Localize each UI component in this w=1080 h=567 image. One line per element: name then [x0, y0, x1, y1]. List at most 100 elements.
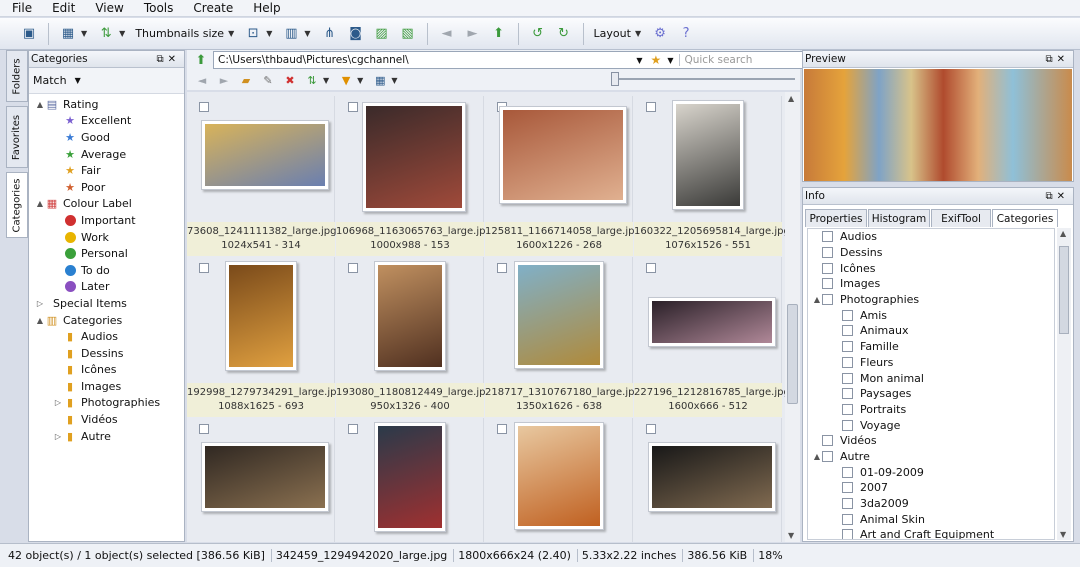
- sync-icon[interactable]: ⇅: [95, 23, 117, 45]
- category-checkbox[interactable]: [822, 294, 833, 306]
- up-icon[interactable]: ⬆: [191, 50, 211, 70]
- thumbnail-item[interactable]: 218717_1310767180_large.jpg 1350x1626 - 6…: [485, 257, 641, 417]
- match-dropdown[interactable]: Match ▼: [29, 68, 184, 94]
- thumbnail-image[interactable]: [514, 422, 604, 530]
- category-checkbox[interactable]: [822, 262, 833, 274]
- tree-item[interactable]: Later: [29, 279, 184, 296]
- pin-close-icon[interactable]: ⧉✕: [156, 54, 184, 65]
- back-icon[interactable]: ◄: [193, 71, 211, 89]
- thumbnail-image[interactable]: [499, 106, 627, 204]
- category-checkbox[interactable]: [822, 247, 833, 259]
- chevron-down-icon[interactable]: ▼: [323, 76, 329, 85]
- thumbnail-image[interactable]: [201, 442, 329, 512]
- category-row[interactable]: Portraits: [808, 402, 1054, 418]
- tree-item[interactable]: ▷ ▮ Autre: [29, 428, 184, 445]
- select-checkbox[interactable]: [348, 102, 358, 112]
- slider-handle[interactable]: [611, 72, 619, 86]
- thumbnail-item[interactable]: [634, 418, 782, 542]
- category-checkbox[interactable]: [842, 482, 853, 494]
- chevron-down-icon[interactable]: ▼: [636, 56, 642, 65]
- category-row[interactable]: 3da2009: [808, 496, 1054, 512]
- vertical-scrollbar[interactable]: ▲ ▼: [785, 92, 800, 542]
- expand-icon[interactable]: ▲: [812, 295, 822, 304]
- tree-item[interactable]: ▮ Icônes: [29, 362, 184, 379]
- category-checkbox[interactable]: [842, 388, 853, 400]
- category-row[interactable]: Fleurs: [808, 355, 1054, 371]
- help-icon[interactable]: ?: [675, 23, 697, 45]
- menu-item-help[interactable]: Help: [241, 1, 288, 15]
- tree-item[interactable]: ▮ Vidéos: [29, 411, 184, 428]
- category-checkbox[interactable]: [842, 529, 853, 539]
- expand-icon[interactable]: ▲: [35, 100, 45, 109]
- scroll-down-icon[interactable]: ▼: [1060, 530, 1066, 539]
- zoom-slider[interactable]: [611, 72, 795, 86]
- actual-size-icon[interactable]: ⊡: [242, 23, 264, 45]
- category-checkbox[interactable]: [842, 341, 853, 353]
- up-icon[interactable]: ⬆: [488, 23, 510, 45]
- thumbnail-image[interactable]: [374, 261, 446, 371]
- category-checkbox[interactable]: [842, 325, 853, 337]
- expand-icon[interactable]: ▷: [53, 398, 63, 407]
- tree-icon[interactable]: ⋔: [319, 23, 341, 45]
- rotate-right-icon[interactable]: ↻: [553, 23, 575, 45]
- forward-icon[interactable]: ►: [215, 71, 233, 89]
- thumbnail-image[interactable]: [225, 261, 297, 371]
- thumbnail-item[interactable]: 227196_1212816785_large.jpg 1600x666 - 51…: [634, 257, 785, 417]
- thumbnail-image[interactable]: [648, 297, 776, 347]
- category-checkbox[interactable]: [822, 435, 833, 447]
- category-row[interactable]: Vidéos: [808, 433, 1054, 449]
- tab-histogram[interactable]: Histogram: [868, 209, 930, 227]
- tree-item[interactable]: ★ Excellent: [29, 113, 184, 130]
- scroll-up-icon[interactable]: ▲: [1060, 229, 1066, 238]
- category-row[interactable]: Paysages: [808, 386, 1054, 402]
- tree-item[interactable]: ★ Good: [29, 129, 184, 146]
- pin-close-icon[interactable]: ⧉✕: [1045, 191, 1073, 202]
- bookmark-icon[interactable]: ▥: [280, 23, 302, 45]
- tree-item[interactable]: ★ Poor: [29, 179, 184, 196]
- thumbnail-item[interactable]: [187, 418, 335, 542]
- tree-item[interactable]: Important: [29, 212, 184, 229]
- thumbnails-size-button[interactable]: Thumbnails size: [135, 27, 224, 40]
- scrollbar-thumb[interactable]: [787, 304, 798, 404]
- chevron-down-icon[interactable]: ▼: [667, 56, 673, 65]
- tab-exiftool[interactable]: ExifTool: [931, 209, 991, 227]
- category-row[interactable]: ▲ Autre: [808, 449, 1054, 465]
- select-checkbox[interactable]: [497, 424, 507, 434]
- category-row[interactable]: 01-09-2009: [808, 464, 1054, 480]
- category-row[interactable]: Images: [808, 276, 1054, 292]
- expand-icon[interactable]: ▲: [812, 452, 822, 461]
- category-row[interactable]: Voyage: [808, 417, 1054, 433]
- tab-categories[interactable]: Categories: [6, 172, 28, 238]
- menu-item-tools[interactable]: Tools: [132, 1, 182, 15]
- menu-item-view[interactable]: View: [83, 1, 131, 15]
- select-checkbox[interactable]: [646, 102, 656, 112]
- tree-item[interactable]: ▲ ▥ Categories: [29, 312, 184, 329]
- category-row[interactable]: Animal Skin: [808, 511, 1054, 527]
- chevron-down-icon[interactable]: ▼: [391, 76, 397, 85]
- chevron-down-icon[interactable]: ▼: [228, 29, 234, 38]
- category-checkbox[interactable]: [842, 513, 853, 525]
- tree-item[interactable]: ▲ ▦ Colour Label: [29, 196, 184, 213]
- rename-icon[interactable]: ✎: [259, 71, 277, 89]
- rotate-left-icon[interactable]: ↺: [527, 23, 549, 45]
- chevron-down-icon[interactable]: ▼: [635, 29, 641, 38]
- tree-item[interactable]: ▷ Special Items: [29, 295, 184, 312]
- select-checkbox[interactable]: [348, 263, 358, 273]
- forward-icon[interactable]: ►: [462, 23, 484, 45]
- select-checkbox[interactable]: [199, 102, 209, 112]
- back-icon[interactable]: ◄: [436, 23, 458, 45]
- category-checkbox[interactable]: [842, 356, 853, 368]
- category-row[interactable]: 2007: [808, 480, 1054, 496]
- menu-item-create[interactable]: Create: [181, 1, 241, 15]
- category-row[interactable]: Amis: [808, 307, 1054, 323]
- scroll-down-icon[interactable]: ▼: [788, 531, 794, 540]
- expand-icon[interactable]: ▷: [35, 299, 45, 308]
- category-checkbox[interactable]: [822, 278, 833, 290]
- tab-favorites[interactable]: Favorites: [6, 106, 28, 168]
- category-row[interactable]: Dessins: [808, 245, 1054, 261]
- category-checkbox[interactable]: [842, 466, 853, 478]
- thumbnail-image[interactable]: [362, 102, 466, 212]
- category-checkbox[interactable]: [842, 372, 853, 384]
- star-icon[interactable]: ★: [651, 53, 662, 67]
- thumbnail-item[interactable]: 73608_1241111382_large.jpg 1024x541 - 314: [187, 96, 336, 256]
